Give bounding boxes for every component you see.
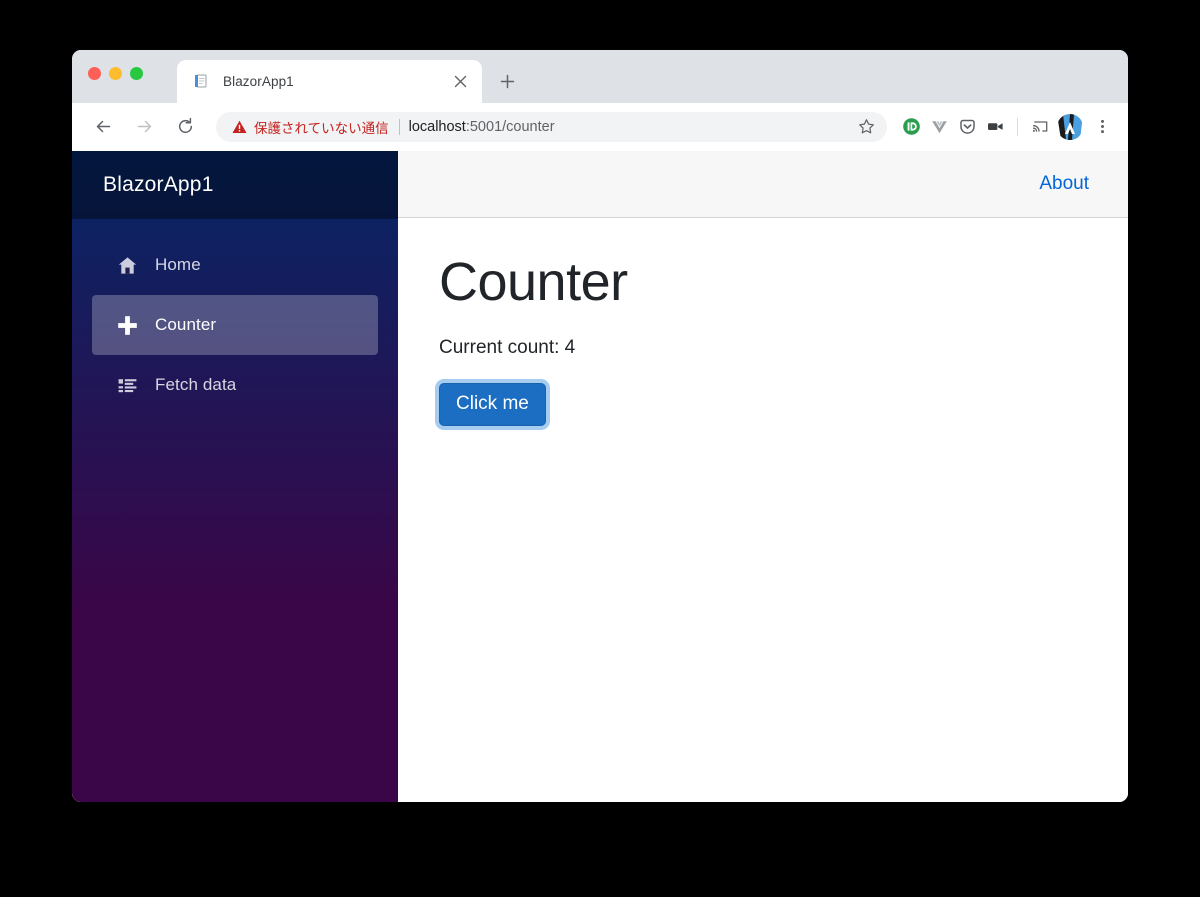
- tab-title: BlazorApp1: [223, 74, 294, 89]
- vue-devtools-extension-icon[interactable]: [925, 113, 953, 141]
- plus-icon: [114, 314, 140, 337]
- omnibox-divider: [398, 118, 400, 135]
- app-brand[interactable]: BlazorApp1: [72, 151, 398, 219]
- page-title: Counter: [439, 252, 628, 312]
- back-button[interactable]: [88, 112, 118, 142]
- sidebar-item-label: Fetch data: [155, 375, 237, 394]
- screen-recorder-extension-icon[interactable]: [981, 113, 1009, 141]
- current-count-text: Current count: 4: [439, 336, 576, 358]
- url-host: localhost: [408, 118, 466, 135]
- window-traffic-lights: [88, 67, 143, 80]
- app-content: Counter Current count: 4 Click me: [398, 218, 1128, 802]
- cast-icon[interactable]: [1026, 113, 1054, 141]
- sidebar-item-fetch-data[interactable]: Fetch data: [92, 355, 378, 415]
- pocket-extension-icon[interactable]: [953, 113, 981, 141]
- toolbar-divider: [1017, 117, 1018, 136]
- sidebar-item-label: Counter: [155, 315, 217, 334]
- new-tab-button[interactable]: [490, 64, 524, 98]
- home-icon: [114, 255, 140, 276]
- app-brand-title: BlazorApp1: [103, 173, 214, 196]
- list-icon: [114, 375, 140, 396]
- three-dot-menu-icon[interactable]: [1089, 114, 1115, 140]
- url-path: :5001/counter: [465, 118, 555, 135]
- app-topbar: About: [398, 151, 1128, 218]
- app-main: About Counter Current count: 4 Click me: [398, 151, 1128, 802]
- url-text: localhost:5001/counter: [409, 119, 853, 135]
- security-status-label: 保護されていない通信: [254, 120, 389, 137]
- warning-triangle-icon: [232, 120, 247, 134]
- sidebar-item-home[interactable]: Home: [92, 235, 378, 295]
- security-status[interactable]: 保護されていない通信: [232, 117, 389, 137]
- app-navigation: Home Counter Fetch data: [72, 219, 398, 415]
- pushbullet-extension-icon[interactable]: [897, 113, 925, 141]
- extension-icons: [897, 113, 1115, 141]
- close-icon[interactable]: [448, 70, 472, 94]
- about-link[interactable]: About: [1039, 173, 1089, 195]
- sidebar-item-counter[interactable]: Counter: [92, 295, 378, 355]
- address-bar[interactable]: 保護されていない通信 localhost:5001/counter: [216, 111, 887, 142]
- reload-button[interactable]: [170, 112, 200, 142]
- browser-tab-strip: BlazorApp1: [72, 50, 1128, 103]
- browser-window: BlazorApp1 保護されていない通信 localhost:5001/cou…: [72, 50, 1128, 802]
- browser-tab-blazorapp1[interactable]: BlazorApp1: [177, 60, 482, 103]
- window-minimize-button[interactable]: [109, 67, 122, 80]
- window-close-button[interactable]: [88, 67, 101, 80]
- tab-list: BlazorApp1: [177, 50, 524, 103]
- forward-button[interactable]: [129, 112, 159, 142]
- click-me-button[interactable]: Click me: [439, 382, 546, 426]
- star-icon[interactable]: [853, 114, 879, 140]
- app-sidebar: BlazorApp1 Home Counter Fetch data: [72, 151, 398, 802]
- browser-toolbar: 保護されていない通信 localhost:5001/counter: [72, 103, 1128, 151]
- sidebar-item-label: Home: [155, 255, 201, 274]
- document-icon: [193, 73, 210, 90]
- page-viewport: BlazorApp1 Home Counter Fetch data About…: [72, 151, 1128, 802]
- window-maximize-button[interactable]: [130, 67, 143, 80]
- profile-avatar[interactable]: [1057, 113, 1083, 140]
